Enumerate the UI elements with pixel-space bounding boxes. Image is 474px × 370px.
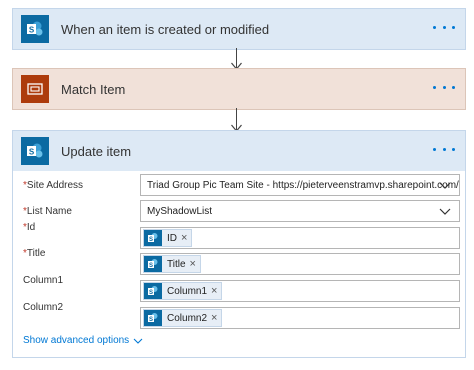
title-row: *Title S Title × <box>13 248 465 275</box>
list-name-dropdown[interactable]: MyShadowList <box>140 200 460 222</box>
sharepoint-icon: S <box>144 256 162 272</box>
remove-token-icon[interactable]: × <box>181 232 187 244</box>
site-address-dropdown[interactable]: Triad Group Pic Team Site - https://piet… <box>140 174 460 196</box>
match-item-card[interactable]: Match Item <box>12 68 466 110</box>
list-name-row: *List Name MyShadowList <box>13 200 465 222</box>
trigger-title: When an item is created or modified <box>61 21 270 37</box>
match-item-header[interactable]: Match Item <box>13 69 465 109</box>
sharepoint-icon: S <box>21 15 49 43</box>
show-advanced-options-link[interactable]: Show advanced options <box>23 335 143 346</box>
trigger-more-button[interactable] <box>433 20 455 34</box>
chevron-down-icon <box>439 182 451 189</box>
id-label: *Id <box>23 222 36 233</box>
id-field[interactable]: S ID × <box>140 227 460 249</box>
update-more-button[interactable] <box>433 142 455 156</box>
sharepoint-icon: S <box>144 230 162 246</box>
title-token[interactable]: S Title × <box>143 255 201 273</box>
sharepoint-icon: S <box>144 310 162 326</box>
svg-text:S: S <box>149 263 153 269</box>
column2-field[interactable]: S Column2 × <box>140 307 460 329</box>
update-item-title: Update item <box>61 143 132 159</box>
id-row: *Id S ID × <box>13 222 465 249</box>
trigger-card[interactable]: S When an item is created or modified <box>12 8 466 50</box>
scope-icon <box>21 75 49 103</box>
match-item-title: Match Item <box>61 81 126 97</box>
chevron-down-icon <box>439 208 451 215</box>
remove-token-icon[interactable]: × <box>211 285 217 297</box>
remove-token-icon[interactable]: × <box>211 312 217 324</box>
svg-text:S: S <box>29 148 35 157</box>
column2-label: Column2 <box>23 302 64 313</box>
svg-text:S: S <box>149 317 153 323</box>
list-name-label: *List Name <box>23 205 72 217</box>
site-address-row: *Site Address Triad Group Pic Team Site … <box>13 174 465 196</box>
svg-text:S: S <box>149 290 153 296</box>
list-name-value: MyShadowList <box>147 205 213 217</box>
column1-label: Column1 <box>23 275 64 286</box>
sharepoint-icon: S <box>144 283 162 299</box>
title-label: *Title <box>23 248 46 259</box>
column2-token-label: Column2 <box>167 312 208 324</box>
update-item-header[interactable]: S Update item <box>13 131 465 171</box>
column2-row: Column2 S Column2 × <box>13 302 465 329</box>
chevron-down-icon <box>133 338 143 344</box>
title-field[interactable]: S Title × <box>140 253 460 275</box>
id-token-label: ID <box>167 232 177 244</box>
id-token[interactable]: S ID × <box>143 229 193 247</box>
sharepoint-icon: S <box>21 137 49 165</box>
column1-token-label: Column1 <box>167 285 208 297</box>
match-more-button[interactable] <box>433 80 455 94</box>
update-item-card[interactable]: S Update item *Site Address Triad Group … <box>12 130 466 358</box>
site-address-value: Triad Group Pic Team Site - https://piet… <box>147 179 459 191</box>
column2-token[interactable]: S Column2 × <box>143 309 223 327</box>
remove-token-icon[interactable]: × <box>190 258 196 270</box>
trigger-card-header[interactable]: S When an item is created or modified <box>13 9 465 49</box>
title-token-label: Title <box>167 258 186 270</box>
column1-token[interactable]: S Column1 × <box>143 282 223 300</box>
show-advanced-options-label: Show advanced options <box>23 335 130 346</box>
column1-field[interactable]: S Column1 × <box>140 280 460 302</box>
column1-row: Column1 S Column1 × <box>13 275 465 302</box>
svg-text:S: S <box>29 26 35 35</box>
site-address-label: *Site Address <box>23 179 84 191</box>
svg-text:S: S <box>149 237 153 243</box>
